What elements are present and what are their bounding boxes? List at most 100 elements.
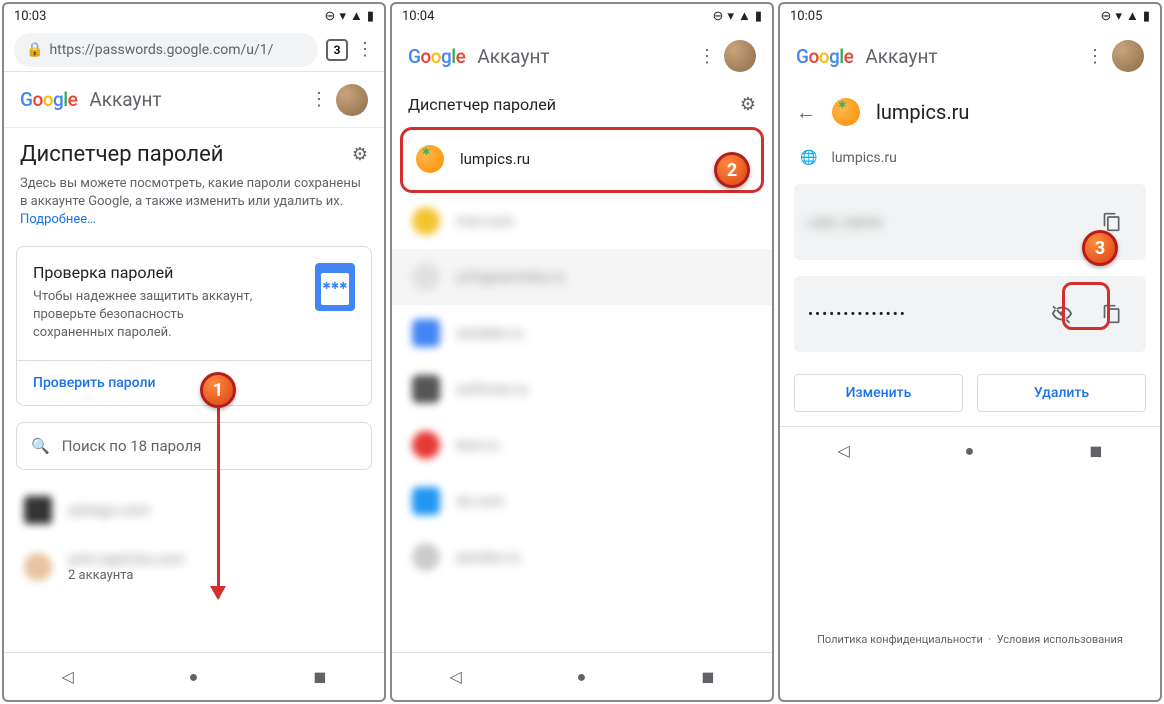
site-favicon <box>412 487 440 515</box>
password-item[interactable]: msl.com <box>392 193 772 249</box>
gear-icon[interactable]: ⚙ <box>352 144 368 165</box>
more-icon[interactable]: ⋮ <box>1086 46 1104 67</box>
password-item[interactable]: test.ru <box>392 417 772 473</box>
brand-label: Аккаунт <box>865 45 937 68</box>
signal-icon: ▾ <box>727 9 734 24</box>
lock-icon: 🔒 <box>26 42 43 58</box>
page-title: Диспетчер паролей <box>408 95 556 114</box>
avatar[interactable] <box>1112 40 1144 72</box>
site-name: orfogrammka.ru <box>456 268 564 286</box>
back-button[interactable]: ◁ <box>61 667 73 686</box>
tabs-button[interactable]: 3 <box>326 39 348 61</box>
site-favicon <box>412 375 440 403</box>
app-header: Google Аккаунт ⋮ <box>392 28 772 84</box>
status-icons: ⊖ ▾ ▲ ▮ <box>1101 8 1150 24</box>
card-desc: Чтобы надежнее защитить аккаунт, проверь… <box>33 288 253 343</box>
detail-title: lumpics.ru <box>876 100 969 124</box>
password-field: •••••••••••••• <box>794 276 1146 352</box>
password-value: •••••••••••••• <box>808 305 1032 323</box>
avatar[interactable] <box>336 84 368 116</box>
gear-icon[interactable]: ⚙ <box>740 94 756 115</box>
url-text: https://passwords.google.com/u/1/ <box>49 42 273 58</box>
back-button[interactable]: ◁ <box>837 441 849 460</box>
wifi-icon: ▲ <box>738 8 751 24</box>
password-item[interactable]: softmes.ru <box>392 361 772 417</box>
site-favicon <box>416 145 444 173</box>
phone-screen-2: 10:04 ⊖ ▾ ▲ ▮ Google Аккаунт ⋮ Диспетчер… <box>390 2 774 702</box>
site-favicon <box>412 543 440 571</box>
site-subtext: 2 аккаунта <box>68 568 184 583</box>
site-favicon <box>24 553 52 581</box>
avatar[interactable] <box>724 40 756 72</box>
clock: 10:05 <box>790 9 822 24</box>
dnd-icon: ⊖ <box>713 9 724 24</box>
clipboard-icon <box>315 263 355 311</box>
site-favicon <box>832 98 860 126</box>
status-icons: ⊖ ▾ ▲ ▮ <box>713 8 762 24</box>
edit-button[interactable]: Изменить <box>794 374 963 412</box>
password-item[interactable]: yandex.ru <box>392 529 772 585</box>
password-item[interactable]: orfogrammka.ru <box>392 249 772 305</box>
step-badge-2: 2 <box>714 152 750 188</box>
nav-bar: ◁ ● ◼ <box>392 652 772 700</box>
status-bar: 10:04 ⊖ ▾ ▲ ▮ <box>392 4 772 28</box>
clock: 10:03 <box>14 9 46 24</box>
recents-button[interactable]: ◼ <box>1089 441 1102 460</box>
footer-links: Политика конфиденциальности · Условия ис… <box>780 633 1160 646</box>
domain-row[interactable]: 🌐 lumpics.ru <box>780 140 1160 176</box>
password-item[interactable]: rambler.ru <box>392 305 772 361</box>
search-icon: 🔍 <box>31 437 50 455</box>
home-button[interactable]: ● <box>189 667 199 687</box>
battery-icon: ▮ <box>755 9 762 24</box>
recents-button[interactable]: ◼ <box>313 667 326 686</box>
site-favicon <box>412 431 440 459</box>
step-badge-1: 1 <box>200 372 236 408</box>
content: Диспетчер паролей ⚙ Здесь вы можете посм… <box>4 128 384 652</box>
more-icon[interactable]: ⋮ <box>698 46 716 67</box>
recents-button[interactable]: ◼ <box>701 667 714 686</box>
google-logo: Google <box>408 45 465 68</box>
battery-icon: ▮ <box>367 9 374 24</box>
privacy-link[interactable]: Политика конфиденциальности <box>817 633 983 646</box>
password-item-lumpics[interactable]: lumpics.ru <box>392 125 772 193</box>
browser-url-bar: 🔒 https://passwords.google.com/u/1/ 3 ⋮ <box>4 28 384 72</box>
site-name: advego.com <box>68 501 150 519</box>
site-favicon <box>412 319 440 347</box>
dnd-icon: ⊖ <box>325 9 336 24</box>
check-passwords-button[interactable]: Проверить пароли <box>17 360 371 405</box>
search-input[interactable]: 🔍 Поиск по 18 пароля <box>16 422 372 470</box>
home-button[interactable]: ● <box>577 667 587 687</box>
site-name: lumpics.ru <box>460 150 530 168</box>
action-buttons: Изменить Удалить <box>780 360 1160 426</box>
url-field[interactable]: 🔒 https://passwords.google.com/u/1/ <box>14 33 318 67</box>
detail-header: ← lumpics.ru <box>780 84 1160 140</box>
delete-button[interactable]: Удалить <box>977 374 1146 412</box>
browser-menu-icon[interactable]: ⋮ <box>356 39 374 60</box>
status-bar: 10:03 ⊖ ▾ ▲ ▮ <box>4 4 384 28</box>
brand-label: Аккаунт <box>477 45 549 68</box>
site-name: msl.com <box>456 212 514 230</box>
home-button[interactable]: ● <box>965 441 975 461</box>
toggle-visibility-icon[interactable] <box>1042 294 1082 334</box>
username-value: user_name <box>808 213 1082 231</box>
back-arrow-icon[interactable]: ← <box>796 100 816 125</box>
site-name: yandex.ru <box>456 548 521 566</box>
site-name: softmes.ru <box>456 380 529 398</box>
copy-password-icon[interactable] <box>1092 294 1132 334</box>
site-name: anti-captcha.com <box>68 550 184 568</box>
terms-link[interactable]: Условия использования <box>997 633 1123 646</box>
phone-screen-3: 10:05 ⊖ ▾ ▲ ▮ Google Аккаунт ⋮ ← lumpics… <box>778 2 1162 702</box>
more-icon[interactable]: ⋮ <box>310 89 328 110</box>
password-item[interactable]: vk.com <box>392 473 772 529</box>
learn-more-link[interactable]: Подробнее… <box>20 212 96 227</box>
wifi-icon: ▲ <box>350 8 363 24</box>
password-check-card: Проверка паролей Чтобы надежнее защитить… <box>16 246 372 407</box>
google-logo: Google <box>20 88 77 111</box>
password-item[interactable]: advego.com <box>4 482 384 538</box>
back-button[interactable]: ◁ <box>449 667 461 686</box>
page-description: Здесь вы можете посмотреть, какие пароли… <box>4 175 384 230</box>
site-favicon <box>24 496 52 524</box>
arrow-down <box>217 408 220 598</box>
password-item[interactable]: anti-captcha.com 2 аккаунта <box>4 538 384 595</box>
app-header: Google Аккаунт ⋮ <box>4 72 384 128</box>
